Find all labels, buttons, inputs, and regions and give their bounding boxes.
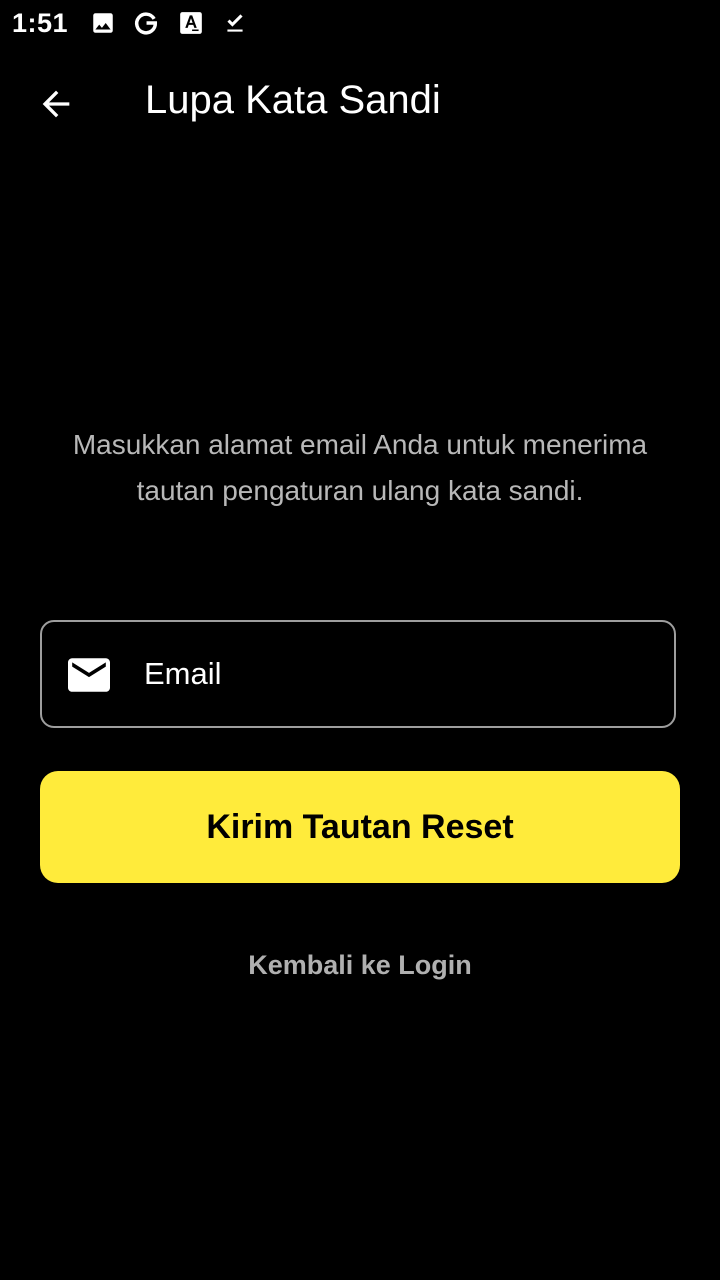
send-reset-link-button[interactable]: Kirim Tautan Reset <box>40 771 680 883</box>
back-button[interactable] <box>24 72 88 136</box>
app-bar: Lupa Kata Sandi <box>0 48 720 160</box>
email-field[interactable] <box>40 620 676 728</box>
page-title: Lupa Kata Sandi <box>145 78 441 122</box>
status-bar: 1:51 <box>0 0 720 48</box>
translate-a-icon <box>180 12 202 34</box>
instruction-text: Masukkan alamat email Anda untuk menerim… <box>72 429 648 506</box>
arrow-left-icon <box>42 90 70 118</box>
google-icon <box>134 12 158 35</box>
status-time: 1:51 <box>12 8 69 38</box>
mail-icon <box>68 658 110 692</box>
email-input[interactable] <box>144 622 644 726</box>
image-icon <box>93 13 113 33</box>
download-done-icon <box>227 14 243 32</box>
back-to-login-link[interactable]: Kembali ke Login <box>160 950 560 981</box>
